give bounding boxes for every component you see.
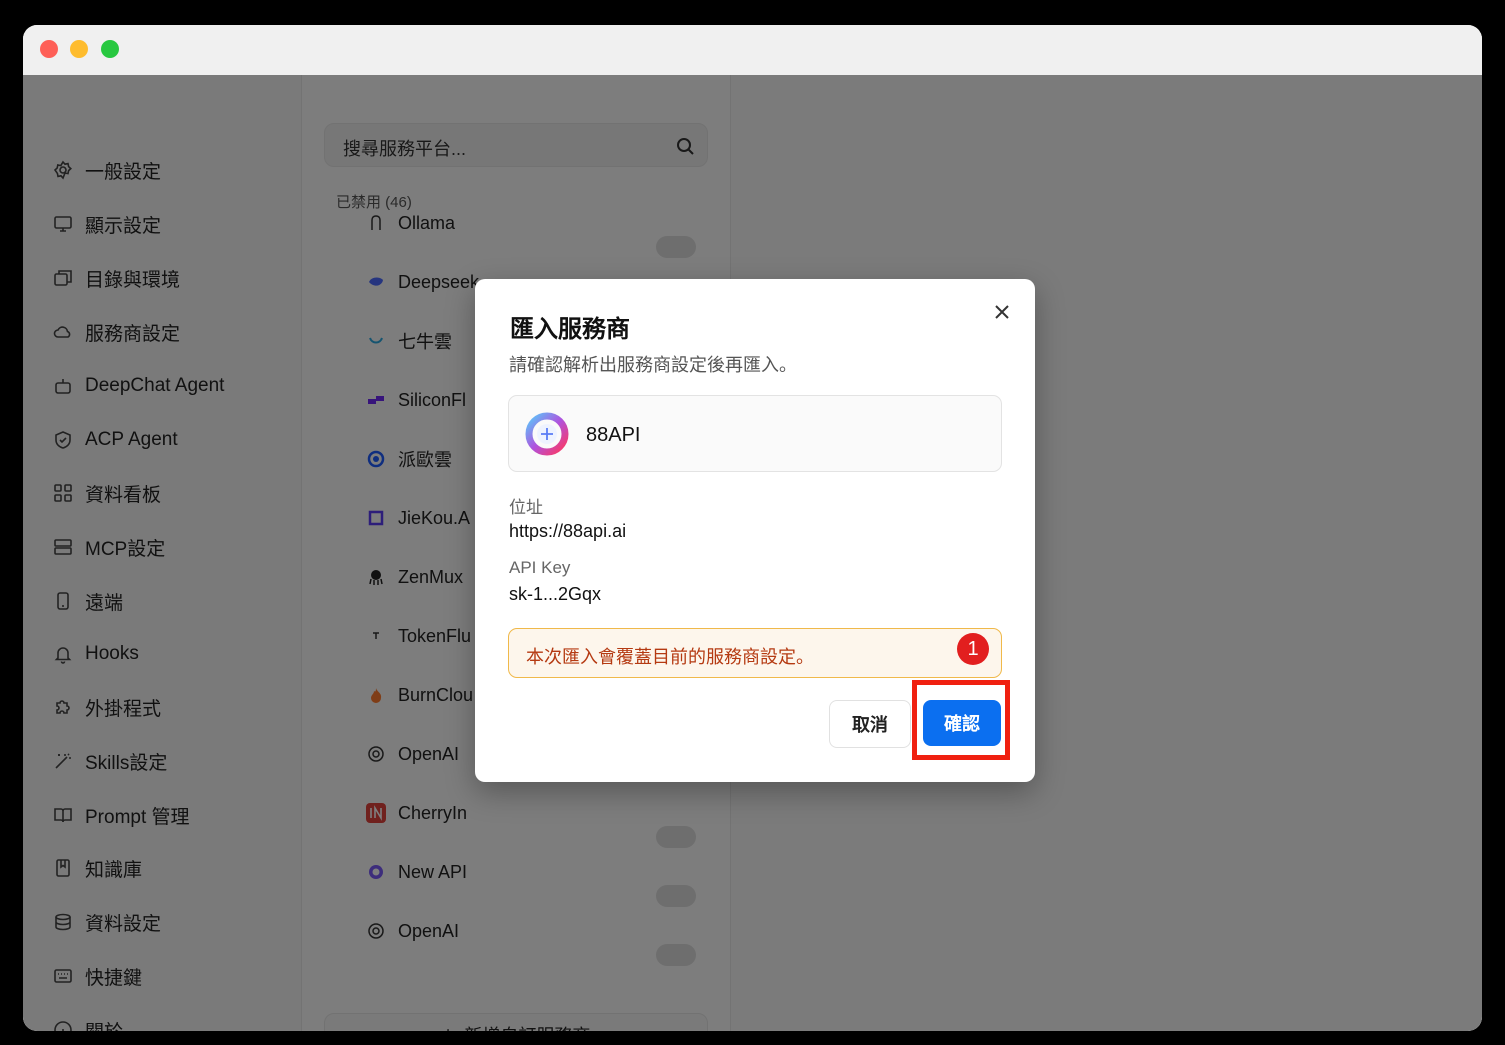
close-icon	[995, 305, 1009, 319]
zoom-window-button[interactable]	[101, 40, 119, 58]
step-badge: 1	[957, 633, 989, 665]
api-key-value: sk-1...2Gqx	[509, 584, 602, 604]
url-value: https://88api.ai	[509, 521, 627, 541]
warning-text: 本次匯入會覆蓋目前的服務商設定。	[526, 647, 814, 667]
close-window-button[interactable]	[40, 40, 58, 58]
cancel-button[interactable]: 取消	[829, 700, 911, 748]
dialog-subtitle: 請確認解析出服務商設定後再匯入。	[509, 355, 797, 375]
provider-card: 88API	[508, 395, 1002, 472]
minimize-window-button[interactable]	[70, 40, 88, 58]
88api-logo-icon	[525, 412, 569, 456]
import-provider-dialog: 匯入服務商 請確認解析出服務商設定後再匯入。 88API 位址 https://…	[475, 279, 1035, 782]
provider-name: 88API	[586, 424, 641, 446]
dialog-title: 匯入服務商	[510, 316, 630, 343]
close-dialog-button[interactable]	[991, 301, 1013, 323]
title-bar	[23, 25, 1482, 75]
overwrite-warning: 本次匯入會覆蓋目前的服務商設定。	[508, 628, 1002, 678]
confirm-button[interactable]: 確認	[923, 700, 1001, 746]
api-key-label: API Key	[509, 558, 571, 577]
url-label: 位址	[509, 498, 543, 517]
